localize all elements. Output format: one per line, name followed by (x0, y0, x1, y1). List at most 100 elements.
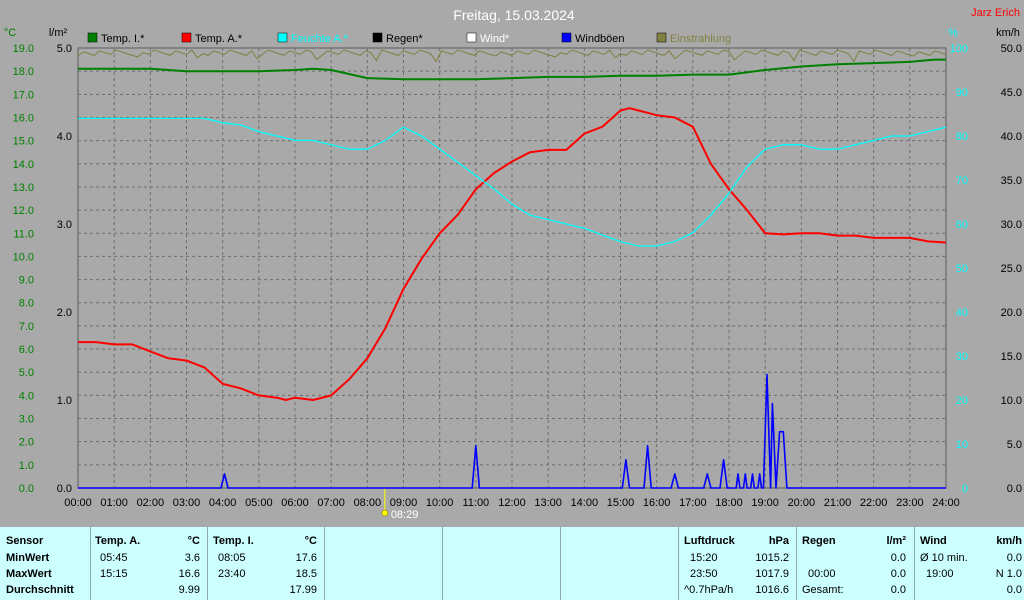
y-tick-wind: 0.0 (1007, 483, 1022, 495)
legend-swatch (561, 32, 572, 43)
x-tick-label: 10:00 (426, 497, 454, 509)
luftdruck-unit: hPa (768, 535, 789, 547)
y-tick-humidity: 90 (956, 87, 968, 99)
regen-max-time: 00:00 (808, 568, 836, 580)
x-tick-label: 13:00 (534, 497, 562, 509)
x-tick-label: 20:00 (788, 497, 816, 509)
temp-i-min-time: 08:05 (218, 552, 246, 564)
y-tick-temp: 9.0 (19, 275, 34, 287)
sunrise-label: 08:29 (391, 509, 419, 521)
temp-a-min: 3.6 (184, 552, 200, 564)
legend-swatch (656, 32, 667, 43)
y-tick-temp: 15.0 (13, 136, 34, 148)
temp-a-min-time: 05:45 (100, 552, 128, 564)
chart-axes: 00:00 01:00 02:00 03:00 04:00 05:00 06:00 07:00… (4, 27, 1022, 521)
regen-max: 0.0 (890, 568, 906, 580)
y-tick-wind: 30.0 (1001, 219, 1022, 231)
x-tick-label: 09:00 (390, 497, 418, 509)
x-tick-label: 01:00 (100, 497, 128, 509)
y-tick-wind: 35.0 (1001, 175, 1022, 187)
luftdruck-trend-value: 1016.6 (755, 584, 789, 596)
x-tick-label: 16:00 (643, 497, 671, 509)
luftdruck-min-time: 15:20 (690, 552, 718, 564)
x-tick-label: 24:00 (932, 497, 960, 509)
y-tick-humidity: 50 (956, 263, 968, 275)
luftdruck-trend-label: ^0.7hPa/h (684, 584, 734, 596)
chart-grid (77, 47, 947, 489)
luftdruck-max: 1017.9 (755, 568, 789, 580)
x-tick-label: 12:00 (498, 497, 526, 509)
y-tick-humidity: 80 (956, 131, 968, 143)
y-tick-temp: 10.0 (13, 251, 34, 263)
y-tick-rain: 2.0 (57, 307, 72, 319)
radiation-line (77, 49, 947, 63)
y-tick-rain: 0.0 (57, 483, 72, 495)
wind-unit: km/h (996, 535, 1022, 547)
y-tick-humidity: 20 (956, 395, 968, 407)
y-tick-temp: 16.0 (13, 112, 34, 124)
wind-max: N 1.0 (995, 568, 1022, 580)
y-tick-humidity: 40 (956, 307, 968, 319)
regen-unit: l/m² (886, 535, 906, 547)
wind-avg: 0.0 (1006, 552, 1022, 564)
y-tick-temp: 3.0 (19, 414, 34, 426)
y-tick-temp: 5.0 (19, 367, 34, 379)
wind-extra: 0.0 (1006, 584, 1022, 596)
luftdruck-max-time: 23:50 (690, 568, 718, 580)
x-tick-label: 05:00 (245, 497, 273, 509)
x-tick-label: 17:00 (679, 497, 707, 509)
row-label-max: MaxWert (6, 568, 52, 580)
y-tick-humidity: 0 (962, 483, 968, 495)
wind-max-time: 19:00 (926, 568, 954, 580)
legend-swatch (372, 32, 383, 43)
regen-total-label: Gesamt: (802, 584, 844, 596)
chart-legend: Temp. I.* Temp. A.* Feuchte A.* Regen* Wind*… (87, 32, 731, 45)
wind-avg-label: Ø 10 min. (920, 552, 968, 564)
y-tick-wind: 45.0 (1001, 87, 1022, 99)
legend-swatch (87, 32, 98, 43)
axis-unit-humidity: % (948, 27, 958, 39)
x-tick-label: 21:00 (824, 497, 852, 509)
x-tick-label: 07:00 (317, 497, 345, 509)
y-tick-wind: 40.0 (1001, 131, 1022, 143)
y-tick-rain: 1.0 (57, 395, 72, 407)
legend-label: Windböen (575, 33, 625, 45)
x-tick-label: 19:00 (751, 497, 779, 509)
y-tick-humidity: 100 (950, 43, 968, 55)
y-tick-temp: 18.0 (13, 66, 34, 78)
x-tick-label: 22:00 (860, 497, 888, 509)
y-tick-humidity: 30 (956, 351, 968, 363)
temp-a-max-time: 15:15 (100, 568, 128, 580)
x-tick-label: 14:00 (571, 497, 599, 509)
legend-label: Einstrahlung (670, 33, 731, 45)
y-tick-rain: 3.0 (57, 219, 72, 231)
x-tick-label: 04:00 (209, 497, 237, 509)
x-tick-label: 02:00 (137, 497, 165, 509)
y-tick-temp: 8.0 (19, 298, 34, 310)
y-tick-temp: 6.0 (19, 344, 34, 356)
legend-label: Feuchte A.* (291, 33, 349, 45)
temp-a-unit: °C (187, 535, 200, 547)
row-label-avg: Durchschnitt (6, 584, 74, 596)
weather-chart: Freitag, 15.03.2024 Jarz Erich Temp. I.*… (4, 7, 1022, 521)
legend-swatch (466, 32, 477, 43)
temp-a-avg: 9.99 (178, 584, 200, 596)
y-tick-rain: 5.0 (57, 43, 72, 55)
y-tick-temp: 17.0 (13, 89, 34, 101)
temp-i-max: 18.5 (295, 568, 317, 580)
x-tick-label: 08:00 (354, 497, 382, 509)
y-tick-temp: 1.0 (19, 460, 34, 472)
sensor-header: Sensor (6, 535, 44, 547)
luftdruck-header: Luftdruck (684, 535, 735, 547)
temp-i-header: Temp. I. (213, 535, 254, 547)
axis-unit-wind: km/h (996, 27, 1020, 39)
regen-total: 0.0 (890, 584, 906, 596)
y-tick-temp: 14.0 (13, 159, 34, 171)
axis-unit-temp: °C (4, 27, 16, 39)
x-tick-label: 03:00 (173, 497, 201, 509)
y-tick-temp: 2.0 (19, 437, 34, 449)
legend-swatch (277, 32, 288, 43)
y-tick-wind: 25.0 (1001, 263, 1022, 275)
statistics-table: Sensor MinWert MaxWert Durchschnitt Temp… (0, 527, 1024, 600)
y-tick-temp: 4.0 (19, 390, 34, 402)
